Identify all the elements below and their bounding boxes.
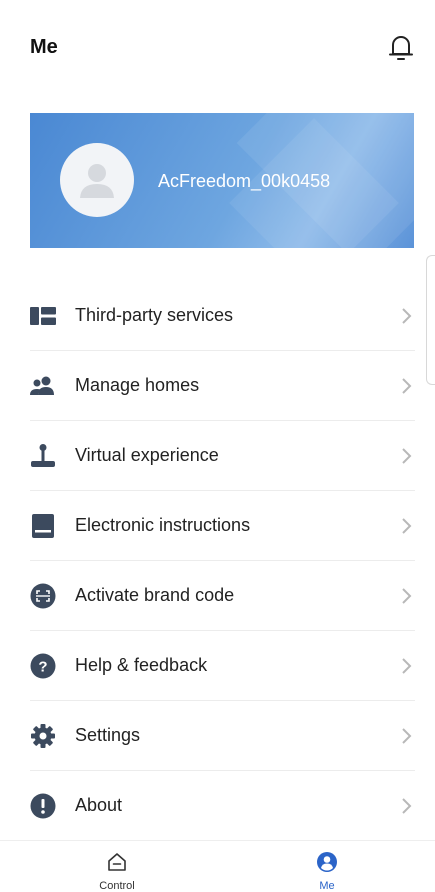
bottom-nav: Control Me	[0, 840, 435, 892]
nav-label: Control	[99, 880, 135, 892]
page-title: Me	[30, 36, 58, 58]
info-icon	[30, 793, 56, 819]
menu-item-electronic-instructions[interactable]: Electronic instructions	[0, 491, 435, 561]
chevron-right-icon	[402, 448, 412, 464]
chevron-right-icon	[402, 588, 412, 604]
top-bar: Me	[0, 0, 435, 100]
menu-item-label: Activate brand code	[75, 585, 235, 605]
menu-item-label: Settings	[75, 725, 141, 745]
user-icon	[317, 852, 337, 872]
menu-list: Third-party services Manage homes Virtua…	[0, 281, 435, 841]
chevron-right-icon	[402, 658, 412, 674]
profile-card[interactable]: AcFreedom_00k0458	[30, 113, 414, 248]
menu-item-label: Third-party services	[75, 305, 234, 325]
menu-item-label: Virtual experience	[75, 445, 219, 465]
home-icon	[108, 853, 126, 871]
chevron-right-icon	[402, 378, 412, 394]
menu-item-manage-homes[interactable]: Manage homes	[0, 351, 435, 421]
menu-item-help-feedback[interactable]: ? Help & feedback	[0, 631, 435, 701]
book-icon	[32, 514, 54, 538]
scan-code-icon	[30, 583, 56, 609]
gear-icon	[31, 724, 55, 748]
nav-tab-control[interactable]: Control	[72, 851, 162, 892]
chevron-right-icon	[402, 798, 412, 814]
menu-item-about[interactable]: About	[0, 771, 435, 841]
nav-tab-me[interactable]: Me	[282, 851, 372, 892]
svg-text:?: ?	[38, 659, 47, 676]
default-avatar-icon	[80, 164, 114, 198]
chevron-right-icon	[402, 308, 412, 324]
chevron-right-icon	[402, 728, 412, 744]
username: AcFreedom_00k0458	[158, 171, 331, 191]
menu-item-label: Electronic instructions	[75, 515, 251, 535]
chevron-right-icon	[402, 518, 412, 534]
menu-item-third-party-services[interactable]: Third-party services	[0, 281, 435, 351]
joystick-icon	[31, 444, 55, 467]
menu-item-activate-brand-code[interactable]: Activate brand code	[0, 561, 435, 631]
people-icon	[30, 376, 54, 395]
avatar[interactable]	[60, 143, 134, 217]
question-icon: ?	[30, 653, 56, 679]
menu-item-settings[interactable]: Settings	[0, 701, 435, 771]
nav-label: Me	[319, 880, 335, 892]
menu-item-virtual-experience[interactable]: Virtual experience	[0, 421, 435, 491]
menu-item-label: Manage homes	[75, 375, 200, 395]
menu-item-label: Help & feedback	[75, 655, 208, 675]
menu-item-label: About	[75, 795, 123, 815]
bell-icon[interactable]	[387, 33, 415, 63]
services-icon	[30, 307, 56, 325]
